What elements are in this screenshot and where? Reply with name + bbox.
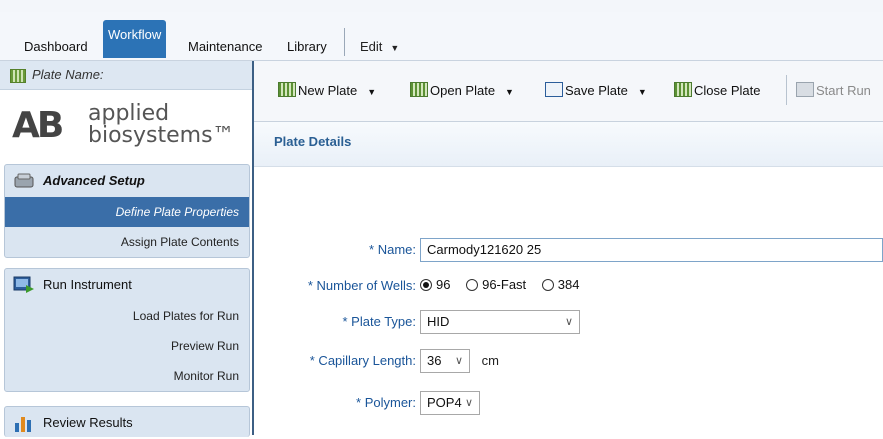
chevron-down-icon: ∨ (464, 397, 473, 409)
plate-name-input[interactable] (420, 238, 883, 262)
plate-details-title: Plate Details (274, 134, 352, 149)
close-plate-button[interactable]: Close Plate (674, 81, 760, 101)
radio-label: 96 (436, 277, 451, 292)
save-plate-label: Save Plate (565, 83, 628, 98)
wells-row: * Number of Wells: 96 96-Fast 384 (254, 274, 883, 300)
plate-type-row: * Plate Type: HID ∨ (254, 310, 883, 336)
wells-radio-96[interactable]: 96 (420, 277, 450, 292)
menu-bar: Dashboard Workflow Maintenance Library E… (0, 12, 883, 61)
save-plate-button[interactable]: Save Plate ▼ (545, 81, 647, 101)
tab-dashboard[interactable]: Dashboard (24, 36, 88, 58)
wells-radio-384[interactable]: 384 (541, 277, 580, 292)
polymer-label: * Polymer: (356, 395, 416, 410)
nav-load-plates-for-run[interactable]: Load Plates for Run (5, 301, 249, 331)
radio-empty-icon (466, 279, 479, 291)
plate-details-header: Plate Details (254, 122, 883, 167)
start-run-button[interactable]: Start Run (796, 81, 871, 101)
section-header-review-results[interactable]: Review Results (5, 407, 249, 439)
nav-define-plate-properties[interactable]: Define Plate Properties (5, 197, 249, 227)
polymer-row: * Polymer: POP4 ∨ (254, 391, 883, 417)
radio-label: 384 (557, 277, 580, 292)
edit-menu-label: Edit (360, 39, 383, 54)
start-run-icon (796, 82, 814, 97)
chevron-down-icon: ▼ (390, 43, 400, 53)
nav-assign-plate-contents[interactable]: Assign Plate Contents (5, 227, 249, 257)
instrument-icon (13, 276, 34, 293)
wells-label: * Number of Wells: (307, 278, 416, 293)
capillary-length-label: * Capillary Length: (309, 353, 416, 368)
plate-toolbar: New Plate ▼ Open Plate ▼ Save Plate ▼ Close… (254, 61, 883, 122)
capillary-unit: cm (481, 353, 499, 368)
start-run-label: Start Run (816, 83, 871, 98)
chevron-down-icon[interactable]: ▼ (367, 87, 376, 97)
chevron-down-icon[interactable]: ▼ (638, 87, 647, 97)
capillary-length-select[interactable]: 36 ∨ (420, 349, 470, 373)
menu-divider (344, 28, 345, 56)
plate-type-value: HID (427, 314, 450, 329)
tab-maintenance[interactable]: Maintenance (188, 36, 262, 58)
close-plate-icon (674, 82, 692, 97)
polymer-value: POP4 (427, 395, 462, 410)
close-plate-label: Close Plate (694, 83, 761, 98)
plate-name-label: Plate Name: (32, 67, 104, 82)
wells-radio-96-fast[interactable]: 96-Fast (466, 277, 526, 292)
plate-grid-icon (10, 69, 26, 83)
name-row: * Name: (254, 238, 883, 264)
section-review-results: Review Results (4, 406, 250, 437)
logo-mark: AB (12, 105, 64, 146)
save-plate-icon (545, 82, 563, 97)
chevron-down-icon[interactable]: ▼ (505, 87, 514, 97)
edit-menu[interactable]: Edit ▼ (360, 36, 399, 59)
capillary-length-value: 36 (427, 353, 442, 368)
radio-empty-icon (541, 279, 554, 291)
capillary-row: * Capillary Length: 36 ∨ cm (254, 349, 883, 375)
open-plate-button[interactable]: Open Plate ▼ (410, 81, 514, 101)
radio-label: 96-Fast (482, 277, 527, 292)
applied-biosystems-logo: AB applied biosystems™ (12, 99, 248, 155)
section-title: Review Results (43, 415, 133, 430)
polymer-select[interactable]: POP4 ∨ (420, 391, 480, 415)
tab-workflow[interactable]: Workflow (103, 20, 167, 58)
setup-icon (14, 173, 34, 188)
section-title: Advanced Setup (43, 173, 145, 188)
open-plate-icon (410, 82, 428, 97)
chevron-down-icon: ∨ (454, 355, 463, 367)
toolbar-divider (786, 75, 787, 105)
chevron-down-icon: ∨ (564, 316, 573, 328)
bar-chart-icon (15, 417, 31, 432)
logo-line-2: biosystems™ (88, 123, 235, 148)
open-plate-label: Open Plate (430, 83, 496, 98)
section-header-run-instrument[interactable]: Run Instrument (5, 269, 249, 301)
section-title: Run Instrument (43, 277, 132, 292)
plate-name-bar: Plate Name: (0, 61, 252, 90)
section-advanced-setup: Advanced Setup Define Plate Properties A… (4, 164, 250, 258)
workflow-sidebar: Plate Name: AB applied biosystems™ Advan… (0, 61, 254, 437)
main-panel: New Plate ▼ Open Plate ▼ Save Plate ▼ Close… (254, 61, 883, 435)
radio-selected-icon (420, 279, 432, 291)
name-label: * Name: (369, 242, 416, 257)
new-plate-label: New Plate (298, 83, 358, 98)
nav-preview-run[interactable]: Preview Run (5, 331, 249, 361)
nav-monitor-run[interactable]: Monitor Run (5, 361, 249, 391)
new-plate-icon (278, 82, 296, 97)
plate-type-select[interactable]: HID ∨ (420, 310, 580, 334)
section-run-instrument: Run Instrument Load Plates for Run Previ… (4, 268, 250, 392)
new-plate-button[interactable]: New Plate ▼ (278, 81, 376, 101)
plate-type-label: * Plate Type: (342, 314, 416, 329)
tab-library[interactable]: Library (287, 36, 327, 58)
section-header-advanced-setup[interactable]: Advanced Setup (5, 165, 249, 197)
